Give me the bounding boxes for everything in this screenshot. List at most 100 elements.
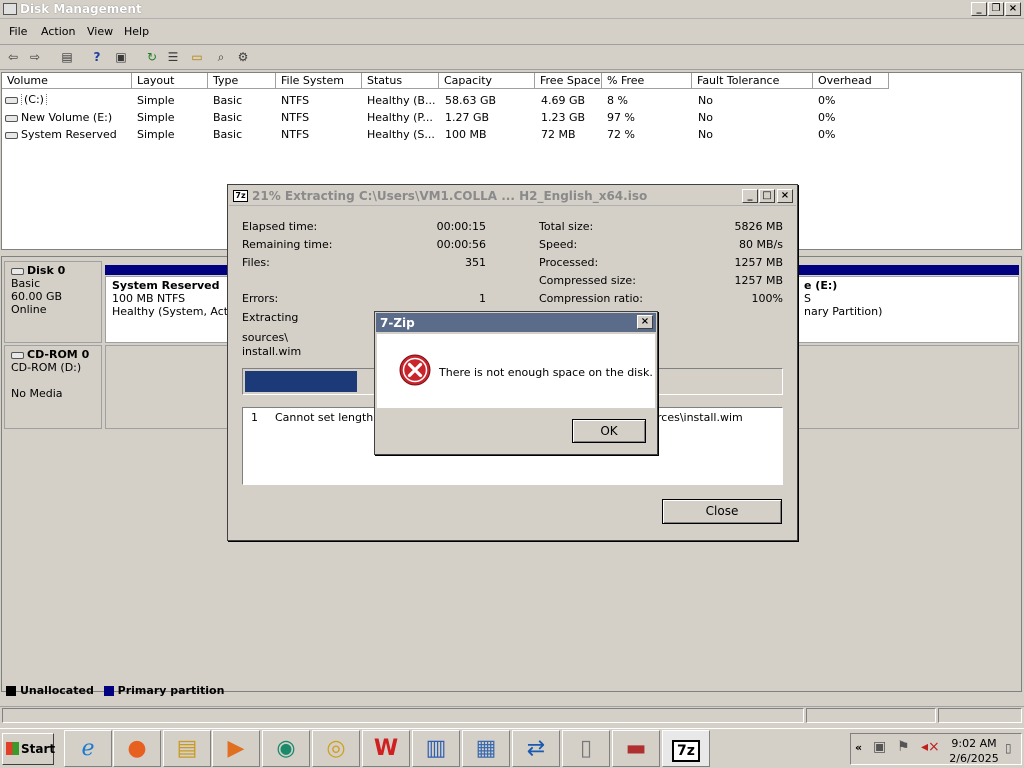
clock-time[interactable]: 9:02 AM xyxy=(949,737,999,750)
view-icon[interactable]: ▤ xyxy=(58,48,76,66)
cdrom0-name: CD-ROM 0 xyxy=(11,348,95,361)
volume-muted-icon[interactable]: ◂× xyxy=(921,739,940,755)
volume-name: New Volume (E:) xyxy=(21,111,113,124)
column-header-percent-free[interactable]: % Free xyxy=(602,73,692,89)
compression-ratio-label: Compression ratio: xyxy=(539,292,643,305)
explorer-icon[interactable]: ▤ xyxy=(163,730,211,767)
drive-icon xyxy=(5,131,18,139)
table-row[interactable]: (C:) xyxy=(5,93,131,106)
network-icon[interactable]: ▣ xyxy=(873,739,886,755)
menu-view[interactable]: View xyxy=(87,25,113,38)
refresh-icon[interactable]: ↻ xyxy=(143,48,161,66)
disk0-size: 60.00 GB xyxy=(11,290,63,303)
column-header-status[interactable]: Status xyxy=(362,73,439,89)
partition-new-volume-e[interactable]: e (E:) S nary Partition) xyxy=(798,276,1019,343)
elapsed-label: Elapsed time: xyxy=(242,220,318,233)
column-header-fault-tolerance[interactable]: Fault Tolerance xyxy=(692,73,813,89)
table-cell: 72 MB xyxy=(541,128,576,141)
cdrom0-type: CD-ROM (D:) xyxy=(11,361,82,374)
close-button[interactable]: × xyxy=(777,189,793,203)
table-row[interactable]: New Volume (E:) xyxy=(5,111,131,124)
progress-title-bar[interactable]: 7z 21% Extracting C:\Users\VM1.COLLA ...… xyxy=(229,186,796,206)
wps-icon[interactable]: W xyxy=(362,730,410,767)
winrar-icon[interactable]: ▥ xyxy=(412,730,460,767)
files-label: Files: xyxy=(242,256,270,269)
column-header-type[interactable]: Type xyxy=(208,73,276,89)
table-row[interactable]: System Reserved xyxy=(5,128,131,141)
close-dialog-button[interactable]: Close xyxy=(662,499,782,524)
legend-unallocated: Unallocated xyxy=(20,684,94,697)
table-cell: NTFS xyxy=(281,111,310,124)
table-cell: 0% xyxy=(818,94,836,107)
processed-value: 1257 MB xyxy=(734,256,783,269)
table-cell: 100 MB xyxy=(445,128,487,141)
column-header-file-system[interactable]: File System xyxy=(276,73,362,89)
column-header-free-space[interactable]: Free Space xyxy=(535,73,602,89)
ie-icon[interactable]: ℯ xyxy=(64,730,112,767)
remaining-label: Remaining time: xyxy=(242,238,333,251)
close-button[interactable]: × xyxy=(1005,2,1021,16)
properties-icon[interactable]: ☰ xyxy=(164,48,182,66)
start-button[interactable]: Start xyxy=(2,733,55,765)
column-header-layout[interactable]: Layout xyxy=(132,73,208,89)
flag-icon[interactable]: ⚑ xyxy=(897,739,910,755)
ok-button[interactable]: OK xyxy=(572,419,646,443)
files-value: 351 xyxy=(465,256,486,269)
disk0-label[interactable]: Disk 0 Basic 60.00 GB Online xyxy=(4,261,102,343)
chat-icon[interactable]: ◉ xyxy=(262,730,310,767)
file-transfer-icon[interactable]: ⇄ xyxy=(512,730,560,767)
forward-icon[interactable]: ⇨ xyxy=(26,48,44,66)
media-player-icon[interactable]: ▶ xyxy=(212,730,260,767)
table-cell: Basic xyxy=(213,111,243,124)
toolbox-icon[interactable]: ▬ xyxy=(612,730,660,767)
7zip-icon: 7z xyxy=(672,740,700,762)
current-path-line2: install.wim xyxy=(242,345,302,358)
show-desktop-icon[interactable]: ▯ xyxy=(1005,741,1012,755)
open-icon[interactable]: ▭ xyxy=(188,48,206,66)
table-cell: NTFS xyxy=(281,94,310,107)
7zip-taskbar-button[interactable]: 7z xyxy=(662,730,710,767)
title-bar[interactable]: Disk Management _ ❐ × xyxy=(0,0,1024,19)
table-cell: Basic xyxy=(213,94,243,107)
cdrom0-label[interactable]: CD-ROM 0 CD-ROM (D:) No Media xyxy=(4,345,102,429)
column-header-capacity[interactable]: Capacity xyxy=(439,73,535,89)
show-hidden-icons-icon[interactable]: « xyxy=(855,741,862,754)
table-cell: No xyxy=(698,111,713,124)
message-title-bar[interactable]: 7-Zip × xyxy=(376,313,656,332)
clock-date[interactable]: 2/6/2025 xyxy=(949,752,999,765)
toolbar: ⇦ ⇨ ▤ ? ▣ ↻ ☰ ▭ ⌕ ⚙ xyxy=(0,44,1024,70)
minimize-button[interactable]: _ xyxy=(971,2,987,16)
menu-help[interactable]: Help xyxy=(124,25,149,38)
chrome-icon[interactable]: ◎ xyxy=(312,730,360,767)
help-icon[interactable]: ? xyxy=(88,48,106,66)
firefox-icon[interactable]: ● xyxy=(113,730,161,767)
view-pane-icon[interactable]: ▣ xyxy=(112,48,130,66)
table-cell: NTFS xyxy=(281,128,310,141)
settings-icon[interactable]: ⚙ xyxy=(234,48,252,66)
message-body: There is not enough space on the disk. xyxy=(377,334,655,408)
status-pane xyxy=(806,708,936,723)
document-icon[interactable]: ▯ xyxy=(562,730,610,767)
status-pane xyxy=(938,708,1022,723)
back-icon[interactable]: ⇦ xyxy=(4,48,22,66)
menu-file[interactable]: File xyxy=(9,25,27,38)
table-cell: 72 % xyxy=(607,128,635,141)
column-header-volume[interactable]: Volume xyxy=(2,73,132,89)
compression-ratio-value: 100% xyxy=(751,292,783,305)
column-header-overhead[interactable]: Overhead xyxy=(813,73,889,89)
restore-button[interactable]: ❐ xyxy=(988,2,1004,16)
current-path-line1: sources\ xyxy=(242,331,288,344)
partition-bar-e xyxy=(798,265,1019,275)
partition-system-reserved[interactable]: System Reserved 100 MB NTFS Healthy (Sys… xyxy=(105,276,228,343)
close-button[interactable]: × xyxy=(637,315,653,329)
maximize-button[interactable]: □ xyxy=(759,189,775,203)
computer-management-icon[interactable]: ▦ xyxy=(462,730,510,767)
table-cell: Basic xyxy=(213,128,243,141)
minimize-button[interactable]: _ xyxy=(742,189,758,203)
table-cell: No xyxy=(698,94,713,107)
menu-action[interactable]: Action xyxy=(41,25,75,38)
search-icon[interactable]: ⌕ xyxy=(212,48,230,66)
volume-name: (C:) xyxy=(21,93,47,106)
partition-bar-system-reserved xyxy=(105,265,228,275)
taskbar: Start ℯ ● ▤ ▶ ◉ ◎ W ▥ ▦ ⇄ ▯ ▬ 7z « ▣ ⚑ ◂… xyxy=(0,728,1024,768)
